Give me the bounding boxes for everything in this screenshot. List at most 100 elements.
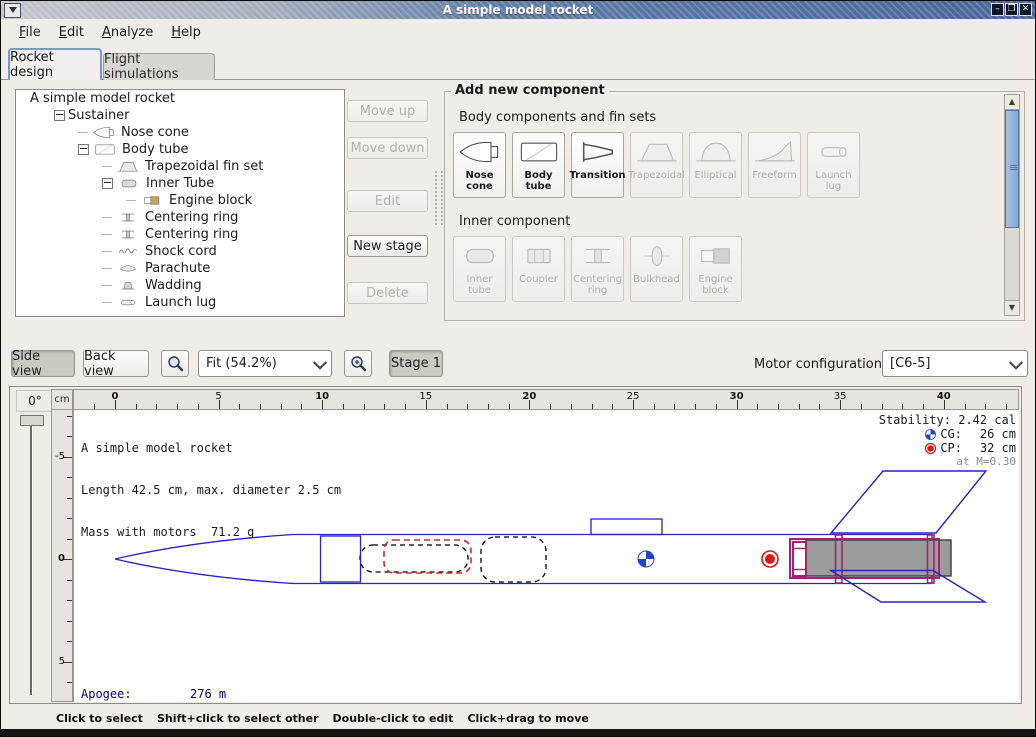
move-up-button[interactable]: Move up	[347, 100, 428, 122]
maximize-button[interactable]: ❐	[1005, 3, 1018, 16]
menu-analyze[interactable]: Analyze	[94, 22, 161, 43]
tree-item-sustainer[interactable]: Sustainer	[16, 107, 344, 124]
fin-trapezoidal-icon	[635, 137, 679, 167]
tree-item-launch-lug[interactable]: Launch lug	[16, 294, 344, 311]
rocket-mass: Mass with motors 71.2 g	[81, 525, 341, 539]
zoom-out-button[interactable]	[161, 350, 189, 377]
title-bar[interactable]: A simple model rocket – ❐ ✕	[1, 1, 1035, 19]
coupler-icon	[517, 241, 561, 271]
motor-configuration-combo[interactable]: [C6-5]	[882, 350, 1028, 377]
component-button-centering-ring[interactable]: Centering ring	[571, 236, 624, 302]
scrollbar-thumb[interactable]	[1005, 110, 1019, 228]
zoom-in-button[interactable]	[344, 350, 372, 377]
component-button-coupler[interactable]: Coupler	[512, 236, 565, 302]
tree-item-nose-cone[interactable]: Nose cone	[16, 124, 344, 141]
component-button-elliptical[interactable]: Elliptical	[689, 132, 742, 198]
component-button-transition[interactable]: Transition	[571, 132, 624, 198]
tree-expander-icon[interactable]	[54, 110, 65, 121]
rotation-slider-track[interactable]	[30, 417, 33, 695]
h-ruler-label: 40	[937, 391, 951, 402]
nose-cone-icon	[458, 137, 502, 167]
tree-item-centering-ring[interactable]: Centering ring	[16, 226, 344, 243]
tree-item-trapezoidal-fin-set[interactable]: Trapezoidal fin set	[16, 158, 344, 175]
scroll-up-icon[interactable]: ▲	[1005, 95, 1019, 110]
tree-item-label: Body tube	[122, 142, 189, 157]
tree-item-a-simple-model-rocket[interactable]: A simple model rocket	[16, 90, 344, 107]
magnifier-icon	[166, 355, 184, 373]
back-view-button[interactable]: Back view	[83, 350, 149, 377]
hint-double-click: Double-click to edit	[333, 712, 454, 725]
component-button-nose-cone[interactable]: Nose cone	[453, 132, 506, 198]
tree-expander-icon[interactable]	[78, 144, 89, 155]
tree-item-engine-block[interactable]: Engine block	[16, 192, 344, 209]
wadding-icon	[115, 278, 141, 293]
scroll-down-icon[interactable]: ▼	[1005, 300, 1019, 315]
tree-expander-icon[interactable]	[102, 178, 113, 189]
cg-marker	[638, 551, 654, 567]
rocket-name: A simple model rocket	[81, 441, 341, 455]
apogee-label: Apogee:	[81, 687, 190, 701]
v-ruler-label: -5	[55, 450, 65, 461]
window-bottom-border	[1, 729, 1035, 736]
tab-flight-simulations[interactable]: Flight simulations	[103, 53, 215, 80]
shock-cord-outline[interactable]	[360, 545, 468, 572]
new-stage-button[interactable]: New stage	[347, 235, 428, 257]
component-button-trapezoidal[interactable]: Trapezoidal	[630, 132, 683, 198]
application-window: A simple model rocket – ❐ ✕ File Edit An…	[0, 0, 1036, 737]
tree-item-label: Sustainer	[68, 108, 130, 123]
tree-connector	[102, 285, 112, 286]
fin-elliptical-icon	[694, 137, 738, 167]
component-button-body-tube[interactable]: Body tube	[512, 132, 565, 198]
tree-item-centering-ring[interactable]: Centering ring	[16, 209, 344, 226]
tree-item-body-tube[interactable]: Body tube	[16, 141, 344, 158]
fin-upper[interactable]	[831, 471, 986, 533]
engine-block-outline[interactable]	[793, 542, 806, 576]
h-ruler-label: 35	[834, 391, 847, 402]
h-ruler-label: 5	[215, 391, 221, 402]
edit-button[interactable]: Edit	[347, 190, 428, 212]
tree-item-wadding[interactable]: Wadding	[16, 277, 344, 294]
component-scrollbar[interactable]: ▲ ▼	[1004, 94, 1020, 316]
h-ruler-label: 20	[522, 391, 536, 402]
tree-item-label: Wadding	[145, 278, 202, 293]
rocket-canvas[interactable]: A simple model rocket Length 42.5 cm, ma…	[73, 410, 1019, 702]
move-down-button[interactable]: Move down	[347, 137, 428, 159]
tree-item-inner-tube[interactable]: Inner Tube	[16, 175, 344, 192]
menu-bar: File Edit Analyze Help	[1, 19, 1035, 45]
panel-splitter-handle[interactable]	[435, 171, 443, 225]
menu-help[interactable]: Help	[163, 22, 209, 43]
cg-value: 26 cm	[966, 427, 1016, 441]
add-component-panel: Add new component Body components and fi…	[444, 91, 1025, 321]
delete-button[interactable]: Delete	[347, 282, 428, 304]
component-button-inner-tube[interactable]: Inner tube	[453, 236, 506, 302]
tab-rocket-design[interactable]: Rocket design	[8, 48, 102, 80]
component-tree[interactable]: A simple model rocketSustainerNose coneB…	[15, 89, 345, 317]
engine-block-icon	[694, 241, 738, 271]
stage-1-toggle[interactable]: Stage 1	[389, 350, 443, 377]
motor-configuration-label: Motor configuration:	[754, 357, 886, 372]
mach-note: at M=0.30	[879, 455, 1016, 469]
flight-data-block: Apogee:276 m Max. velocity:89.6 m/s (Mac…	[81, 659, 342, 702]
component-button-launch-lug[interactable]: Launch lug	[807, 132, 860, 198]
minimize-button[interactable]: –	[991, 3, 1004, 16]
horizontal-ruler: 0510152025303540	[73, 389, 1019, 410]
side-view-button[interactable]: Side view	[11, 350, 75, 377]
wadding-outline[interactable]	[481, 537, 546, 582]
status-bar: Click to select Shift+click to select ot…	[1, 707, 1035, 729]
tree-item-label: Engine block	[169, 193, 252, 208]
tree-item-shock-cord[interactable]: Shock cord	[16, 243, 344, 260]
menu-file[interactable]: File	[11, 22, 49, 43]
zoom-level-combo[interactable]: Fit (54.2%)	[198, 350, 332, 377]
component-button-bulkhead[interactable]: Bulkhead	[630, 236, 683, 302]
rocket-info-block: A simple model rocket Length 42.5 cm, ma…	[81, 413, 341, 567]
launch-lug-outline[interactable]	[591, 519, 662, 535]
component-button-engine-block[interactable]: Engine block	[689, 236, 742, 302]
menu-edit[interactable]: Edit	[51, 22, 92, 43]
v-ruler-label: 0	[58, 553, 65, 564]
transition-icon	[576, 137, 620, 167]
rotation-slider-handle[interactable]	[20, 415, 44, 426]
close-button[interactable]: ✕	[1019, 3, 1032, 16]
tree-item-parachute[interactable]: Parachute	[16, 260, 344, 277]
tree-connector	[102, 251, 112, 252]
component-button-freeform[interactable]: Freeform	[748, 132, 801, 198]
